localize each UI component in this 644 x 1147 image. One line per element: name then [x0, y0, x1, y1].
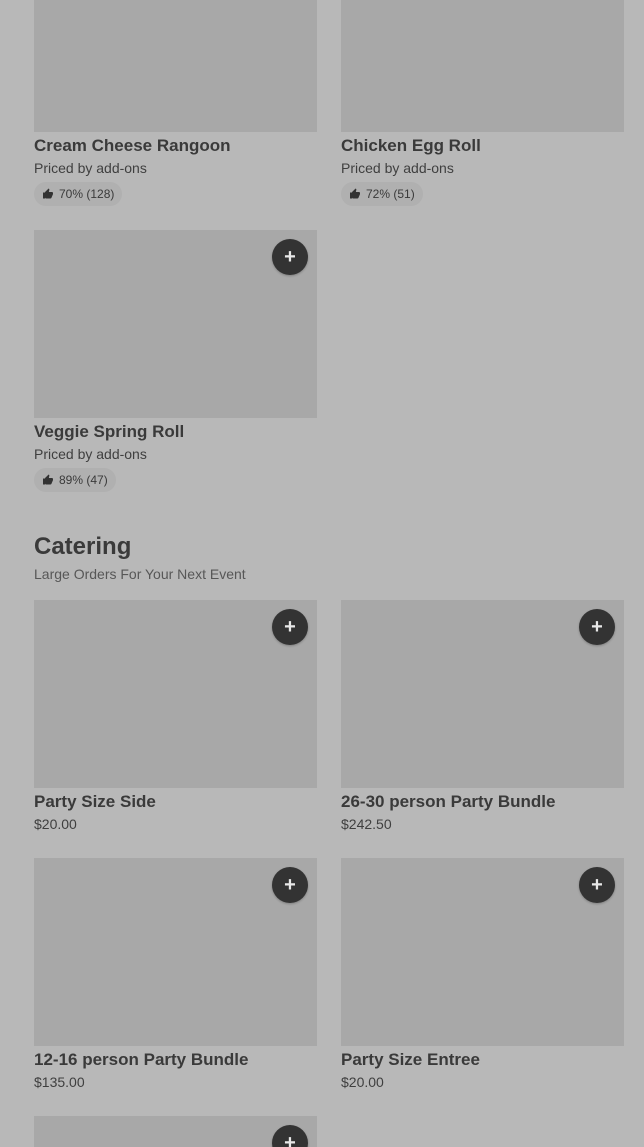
catering-item-card[interactable]: + Party Size Entree $20.00 [341, 858, 624, 1091]
rating-text: 72% (51) [366, 187, 415, 201]
add-item-button[interactable]: + [272, 239, 308, 275]
menu-item-card[interactable]: Chicken Egg Roll Priced by add-ons 72% (… [341, 0, 624, 206]
item-title: Veggie Spring Roll [34, 422, 185, 441]
plus-icon: + [591, 874, 603, 896]
item-price: Priced by add-ons [34, 446, 147, 462]
item-image[interactable]: + [34, 230, 317, 418]
catering-item-card[interactable]: + 12-16 person Party Bundle $135.00 [34, 858, 317, 1091]
plus-icon: + [284, 874, 296, 896]
menu-page: Cream Cheese Rangoon Priced by add-ons 7… [0, 0, 644, 1147]
item-title: Party Size Entree [341, 1050, 480, 1069]
item-title: Cream Cheese Rangoon [34, 136, 231, 155]
section-subtitle: Large Orders For Your Next Event [34, 566, 246, 582]
item-image[interactable]: + [34, 1116, 317, 1147]
rating-text: 89% (47) [59, 473, 108, 487]
rating-badge: 89% (47) [34, 468, 116, 492]
catering-item-card[interactable]: + [34, 1116, 317, 1147]
item-image[interactable] [341, 0, 624, 132]
thumbs-up-icon [350, 188, 360, 199]
catering-item-card[interactable]: + Party Size Side $20.00 [34, 600, 317, 833]
item-price: $20.00 [34, 816, 77, 832]
item-image[interactable]: + [34, 858, 317, 1046]
plus-icon: + [591, 616, 603, 638]
thumbs-up-icon [43, 474, 53, 485]
item-title: 26-30 person Party Bundle [341, 792, 556, 811]
thumbs-up-icon [43, 188, 53, 199]
rating-badge: 70% (128) [34, 182, 123, 206]
menu-item-card[interactable]: + Veggie Spring Roll Priced by add-ons 8… [34, 230, 317, 492]
plus-icon: + [284, 246, 296, 268]
add-item-button[interactable]: + [579, 867, 615, 903]
rating-badge: 72% (51) [341, 182, 423, 206]
item-image[interactable] [34, 0, 317, 132]
item-title: 12-16 person Party Bundle [34, 1050, 249, 1069]
item-title: Party Size Side [34, 792, 156, 811]
add-item-button[interactable]: + [579, 609, 615, 645]
item-price: $20.00 [341, 1074, 384, 1090]
item-title: Chicken Egg Roll [341, 136, 481, 155]
plus-icon: + [284, 1132, 296, 1147]
item-price: Priced by add-ons [34, 160, 147, 176]
add-item-button[interactable]: + [272, 609, 308, 645]
rating-text: 70% (128) [59, 187, 115, 201]
add-item-button[interactable]: + [272, 867, 308, 903]
item-price: $242.50 [341, 816, 392, 832]
item-image[interactable]: + [341, 858, 624, 1046]
add-item-button[interactable]: + [272, 1125, 308, 1147]
menu-item-card[interactable]: Cream Cheese Rangoon Priced by add-ons 7… [34, 0, 317, 206]
plus-icon: + [284, 616, 296, 638]
section-title: Catering [34, 533, 132, 560]
item-image[interactable]: + [34, 600, 317, 788]
catering-item-card[interactable]: + 26-30 person Party Bundle $242.50 [341, 600, 624, 833]
item-price: Priced by add-ons [341, 160, 454, 176]
item-image[interactable]: + [341, 600, 624, 788]
item-price: $135.00 [34, 1074, 85, 1090]
